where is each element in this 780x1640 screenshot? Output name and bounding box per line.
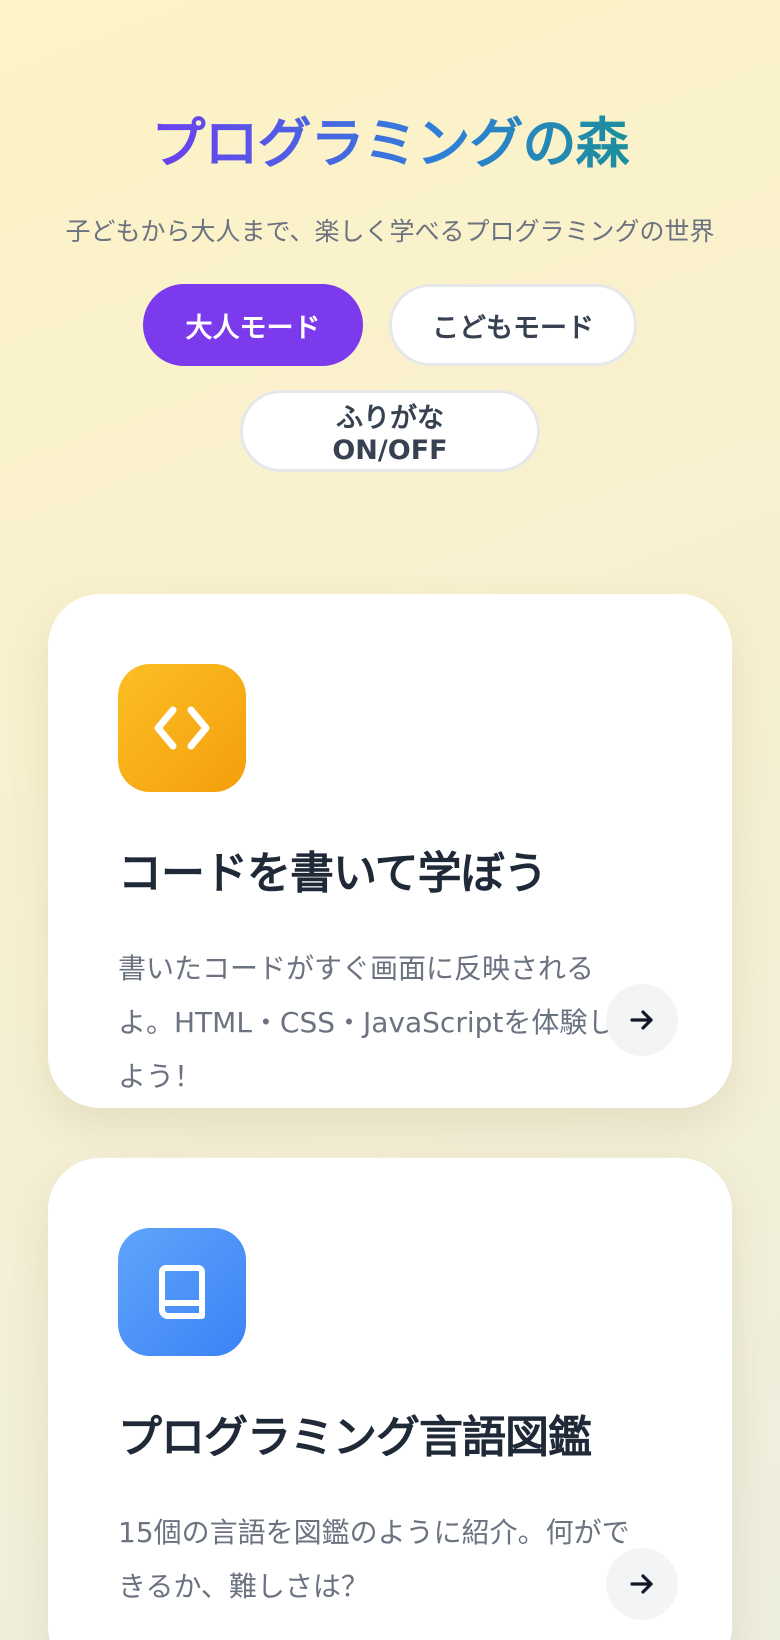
header: プログラミングの森 子どもから大人まで、楽しく学べるプログラミングの世界 xyxy=(0,0,780,250)
adult-mode-button[interactable]: 大人モード xyxy=(143,284,363,366)
card-description: 書いたコードがすぐ画面に反映されるよ。HTML・CSS・JavaScriptを体… xyxy=(118,952,616,1093)
arrow-right-icon[interactable] xyxy=(606,1548,678,1620)
code-icon xyxy=(118,664,246,792)
card-title: プログラミング言語図鑑 xyxy=(118,1412,592,1463)
page-subtitle: 子どもから大人まで、楽しく学べるプログラミングの世界 xyxy=(65,217,715,246)
card-title: コードを書いて学ぼう xyxy=(118,848,548,899)
kids-mode-button[interactable]: こどもモード xyxy=(389,284,637,366)
card-description: 15個の言語を図鑑のように紹介。何ができるか、難しさは？ xyxy=(118,1516,630,1603)
page: プログラミングの森 子どもから大人まで、楽しく学べるプログラミングの世界 大人モ… xyxy=(0,0,780,1640)
book-icon xyxy=(118,1228,246,1356)
feature-card-code[interactable]: コードを書いて学ぼう 書いたコードがすぐ画面に反映されるよ。HTML・CSS・J… xyxy=(48,594,732,1108)
mode-switcher: 大人モード こどもモード ふりがな ON/OFF xyxy=(110,284,670,472)
page-title: プログラミングの森 xyxy=(152,108,630,180)
furigana-toggle-button[interactable]: ふりがな ON/OFF xyxy=(240,390,540,472)
feature-card-language-encyclopedia[interactable]: プログラミング言語図鑑 15個の言語を図鑑のように紹介。何ができるか、難しさは？ xyxy=(48,1158,732,1640)
arrow-right-icon[interactable] xyxy=(606,984,678,1056)
